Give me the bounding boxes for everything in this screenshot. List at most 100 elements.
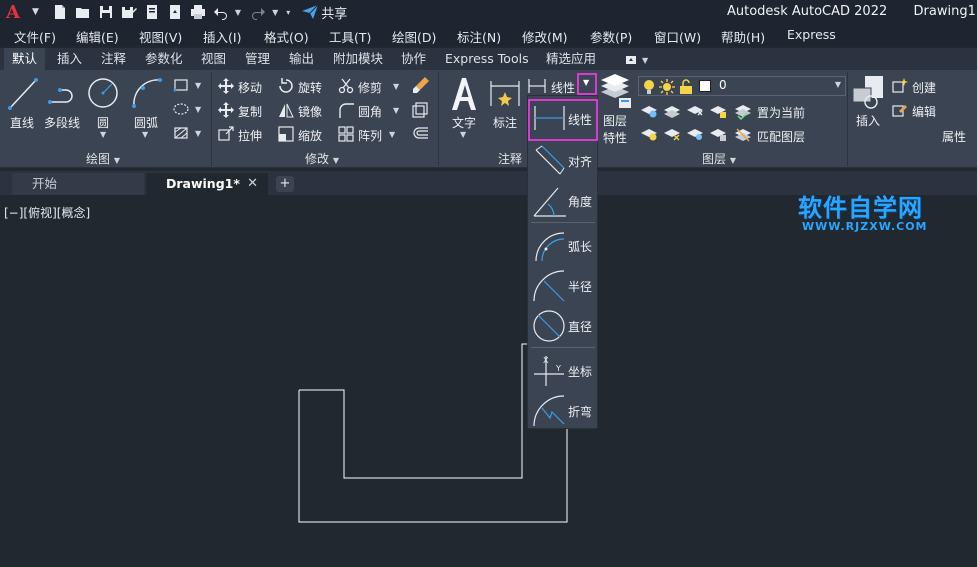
circle-chevron-icon[interactable]: ▼ xyxy=(100,130,106,139)
array-label[interactable]: 阵列 xyxy=(358,127,382,144)
ribbon-tab-featured-apps[interactable]: 精选应用 xyxy=(538,48,604,70)
open-folder-icon[interactable] xyxy=(74,3,92,21)
text-chevron-icon[interactable]: ▼ xyxy=(460,130,466,139)
layer-off-icon[interactable] xyxy=(640,103,658,119)
ribbon-tab-parametric[interactable]: 参数化 xyxy=(137,48,191,70)
ribbon-tab-insert[interactable]: 插入 xyxy=(49,48,90,70)
rectangle-icon[interactable] xyxy=(173,78,189,92)
layer-unisolate-icon[interactable] xyxy=(663,126,681,142)
hatch-chevron-icon[interactable]: ▼ xyxy=(195,105,201,114)
explode-icon[interactable] xyxy=(412,102,430,118)
trim-chevron-icon[interactable]: ▼ xyxy=(393,82,399,91)
menu-view[interactable]: 视图(V) xyxy=(139,27,182,46)
insert-block-label[interactable]: 插入 xyxy=(856,112,880,129)
circle-icon[interactable] xyxy=(86,76,120,110)
edit-attributes-label[interactable]: 属性 xyxy=(942,128,966,145)
ribbon-tab-default[interactable]: 默认 xyxy=(4,48,46,70)
layer-properties-label-1[interactable]: 图层 xyxy=(603,112,627,129)
ribbon-tab-output[interactable]: 输出 xyxy=(281,48,322,70)
create-block-icon[interactable] xyxy=(892,78,908,94)
insert-block-icon[interactable] xyxy=(851,74,885,110)
array-chevron-icon[interactable]: ▼ xyxy=(389,130,395,139)
tab-start[interactable]: 开始 xyxy=(12,173,144,195)
save-icon[interactable] xyxy=(97,3,115,21)
create-block-label[interactable]: 创建 xyxy=(912,79,936,96)
boundary-chevron-icon[interactable]: ▼ xyxy=(195,129,201,138)
array-icon[interactable] xyxy=(338,126,354,142)
stretch-label[interactable]: 拉伸 xyxy=(238,127,262,144)
menu-dimension[interactable]: 标注(N) xyxy=(457,27,501,46)
fillet-label[interactable]: 圆角 xyxy=(358,103,382,120)
layer-isolate-icon[interactable] xyxy=(663,103,681,119)
trim-icon[interactable] xyxy=(338,78,354,94)
menu-file[interactable]: 文件(F) xyxy=(14,27,56,46)
application-menu-button[interactable]: A xyxy=(0,1,30,23)
dropdown-item-angular[interactable]: 角度 xyxy=(530,182,596,220)
layer-dropdown[interactable]: 0 ▼ xyxy=(638,76,846,96)
layer-on-icon[interactable] xyxy=(640,126,658,142)
menu-format[interactable]: 格式(O) xyxy=(264,27,309,46)
arc-chevron-icon[interactable]: ▼ xyxy=(142,130,148,139)
layer-thaw-icon[interactable] xyxy=(686,126,704,142)
ribbon-tab-express-tools[interactable]: Express Tools xyxy=(437,48,537,70)
customize-quick-access-icon[interactable]: ▾ xyxy=(286,8,290,17)
linear-dropdown-chevron-icon[interactable]: ▼ xyxy=(583,78,589,87)
layer-unlock-icon[interactable] xyxy=(709,126,727,142)
layer-lock-icon[interactable] xyxy=(709,103,727,119)
share-button[interactable]: 共享 xyxy=(302,3,347,22)
redo-chevron-icon[interactable]: ▼ xyxy=(272,8,278,17)
ribbon-tab-annotate[interactable]: 注释 xyxy=(93,48,134,70)
tab-drawing1[interactable]: Drawing1* ✕ xyxy=(146,173,268,195)
annotation-panel-title[interactable]: 注释 xyxy=(498,150,522,167)
boundary-icon[interactable] xyxy=(173,126,189,140)
rectangle-chevron-icon[interactable]: ▼ xyxy=(195,81,201,90)
redo-icon[interactable] xyxy=(249,3,267,21)
ribbon-tab-view[interactable]: 视图 xyxy=(193,48,234,70)
stretch-icon[interactable] xyxy=(218,126,234,142)
menu-parametric[interactable]: 参数(P) xyxy=(590,27,632,46)
close-tab-icon[interactable]: ✕ xyxy=(247,173,258,195)
ribbon-tab-collaborate[interactable]: 协作 xyxy=(393,48,434,70)
arc-icon[interactable] xyxy=(130,76,164,110)
dimension-label[interactable]: 标注 xyxy=(493,114,517,131)
move-label[interactable]: 移动 xyxy=(238,79,262,96)
mirror-label[interactable]: 镜像 xyxy=(298,103,322,120)
line-label[interactable]: 直线 xyxy=(10,114,34,131)
menu-express[interactable]: Express xyxy=(787,27,836,42)
polyline-label[interactable]: 多段线 xyxy=(44,114,80,131)
text-icon[interactable] xyxy=(449,76,479,112)
menu-tools[interactable]: 工具(T) xyxy=(329,27,371,46)
dropdown-item-diameter[interactable]: 直径 xyxy=(530,307,596,345)
ribbon-minimize-button[interactable]: ▼ xyxy=(618,48,652,70)
modify-panel-title[interactable]: 修改 ▼ xyxy=(305,150,339,167)
make-current-icon[interactable] xyxy=(734,102,752,120)
plot-icon[interactable] xyxy=(189,3,207,21)
save-as-icon[interactable] xyxy=(120,3,138,21)
arc-label[interactable]: 圆弧 xyxy=(134,114,158,131)
edit-block-icon[interactable] xyxy=(892,102,908,118)
menu-modify[interactable]: 修改(M) xyxy=(522,27,568,46)
copy-icon[interactable] xyxy=(218,102,234,118)
layer-freeze-icon[interactable] xyxy=(686,103,704,119)
new-file-icon[interactable] xyxy=(51,3,69,21)
drawing-canvas[interactable] xyxy=(0,195,977,567)
ribbon-tab-manage[interactable]: 管理 xyxy=(237,48,278,70)
new-tab-button[interactable]: + xyxy=(276,176,294,192)
dropdown-item-radius[interactable]: 半径 xyxy=(530,267,596,305)
layer-properties-icon[interactable] xyxy=(599,74,633,112)
linear-dimension-split-button[interactable]: 线性 xyxy=(527,76,575,96)
menu-insert[interactable]: 插入(I) xyxy=(203,27,241,46)
layer-properties-label-2[interactable]: 特性 xyxy=(603,129,627,146)
dropdown-item-aligned[interactable]: 对齐 xyxy=(530,142,596,180)
hatch-icon[interactable] xyxy=(173,102,189,116)
circle-label[interactable]: 圆 xyxy=(97,114,109,131)
match-layer-label[interactable]: 匹配图层 xyxy=(757,128,805,145)
menu-window[interactable]: 窗口(W) xyxy=(654,27,701,46)
menu-help[interactable]: 帮助(H) xyxy=(721,27,765,46)
menu-draw[interactable]: 绘图(D) xyxy=(392,27,436,46)
trim-label[interactable]: 修剪 xyxy=(358,79,382,96)
erase-icon[interactable] xyxy=(412,76,430,96)
copy-label[interactable]: 复制 xyxy=(238,103,262,120)
ribbon-tab-addins[interactable]: 附加模块 xyxy=(325,48,391,70)
save-web-icon[interactable] xyxy=(166,3,184,21)
